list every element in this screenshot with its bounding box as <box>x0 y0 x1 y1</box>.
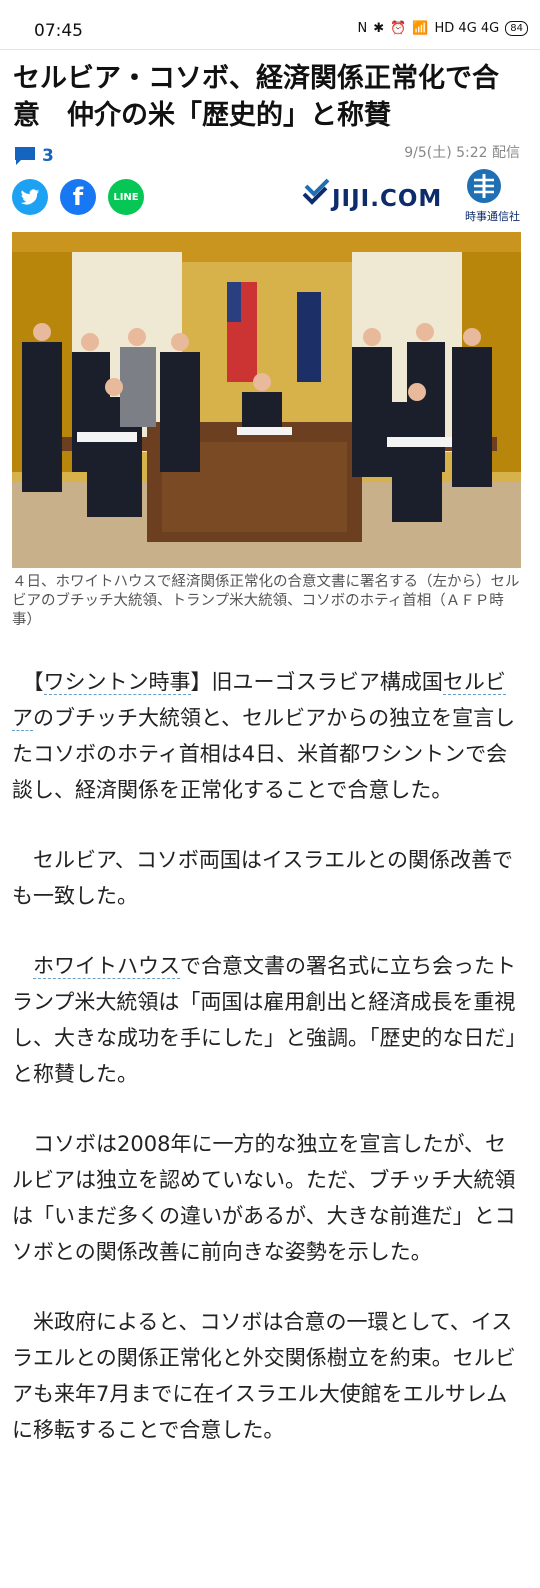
paragraph-1: 【ワシントン時事】旧ユーゴスラビア構成国セルビアのブチッチ大統領と、セルビアから… <box>12 664 516 808</box>
publish-date: 9/5(土) 5:22 配信 <box>404 145 520 161</box>
text-segment: 】旧ユーゴスラビア構成国 <box>190 670 443 694</box>
facebook-icon: f <box>72 183 84 211</box>
keyword-link-washington[interactable]: ワシントン時事 <box>43 670 191 695</box>
network-indicator: HD 4G 4G <box>434 21 500 36</box>
article-photo[interactable] <box>12 232 521 568</box>
status-time: 07:45 <box>34 21 83 41</box>
alarm-icon: ⏰ <box>390 21 407 36</box>
jiji-mark-icon <box>302 178 330 205</box>
logo-name: JIJI.COM <box>332 186 443 212</box>
paragraph-4: コソボは2008年に一方的な独立を宣言したが、セルビアは独立を認めていない。ただ… <box>12 1126 516 1270</box>
facebook-share-button[interactable]: f <box>60 179 96 215</box>
bluetooth-icon: ✱ <box>373 21 385 36</box>
photo-illustration <box>12 232 521 568</box>
jiji-emblem-icon <box>467 169 501 203</box>
wifi-icon: 📶 <box>412 21 429 36</box>
comment-count: 3 <box>42 146 54 166</box>
status-bar: 07:45 N ✱ ⏰ 📶 HD 4G 4G 84 <box>0 0 540 50</box>
comment-icon <box>15 147 35 165</box>
article-body: 【ワシントン時事】旧ユーゴスラビア構成国セルビアのブチッチ大統領と、セルビアから… <box>12 664 516 1482</box>
text-segment: セルビア、コソボ両国はイスラエルとの関係改善でも一致した。 <box>12 848 514 908</box>
source-logo[interactable]: JIJI.COM 時事通信社 <box>300 168 522 224</box>
status-icons: N ✱ ⏰ 📶 HD 4G 4G 84 <box>357 21 528 36</box>
keyword-link-white-house[interactable]: ホワイトハウス <box>33 954 180 979</box>
twitter-share-button[interactable] <box>12 179 48 215</box>
text-segment: コソボは2008年に一方的な独立を宣言したが、セルビアは独立を認めていない。ただ… <box>12 1132 516 1264</box>
text-segment: 【 <box>33 670 44 694</box>
battery-icon: 84 <box>505 21 528 36</box>
nfc-icon: N <box>357 21 368 36</box>
logo-subtitle: 時事通信社 <box>465 210 520 223</box>
paragraph-3: ホワイトハウスで合意文書の署名式に立ち会ったトランプ米大統領は「両国は雇用創出と… <box>12 948 516 1092</box>
line-icon: LINE <box>113 191 139 203</box>
comment-count-button[interactable]: 3 <box>14 146 54 166</box>
photo-caption: ４日、ホワイトハウスで経済関係正常化の合意文書に署名する（左から）セルビアのブチ… <box>12 574 520 628</box>
text-segment: のブチッチ大統領と、セルビアからの独立を宣言したコソボのホティ首相は4日、米首都… <box>12 706 516 802</box>
paragraph-2: セルビア、コソボ両国はイスラエルとの関係改善でも一致した。 <box>12 842 516 914</box>
paragraph-5: 米政府によると、コソボは合意の一環として、イスラエルとの関係正常化と外交関係樹立… <box>12 1304 516 1448</box>
line-share-button[interactable]: LINE <box>108 179 144 215</box>
text-segment: 米政府によると、コソボは合意の一環として、イスラエルとの関係正常化と外交関係樹立… <box>12 1310 516 1442</box>
twitter-icon <box>20 188 40 205</box>
article-headline: セルビア・コソボ、経済関係正常化で合意 仲介の米「歴史的」と称賛 <box>13 63 499 131</box>
share-buttons: f LINE <box>12 179 144 215</box>
